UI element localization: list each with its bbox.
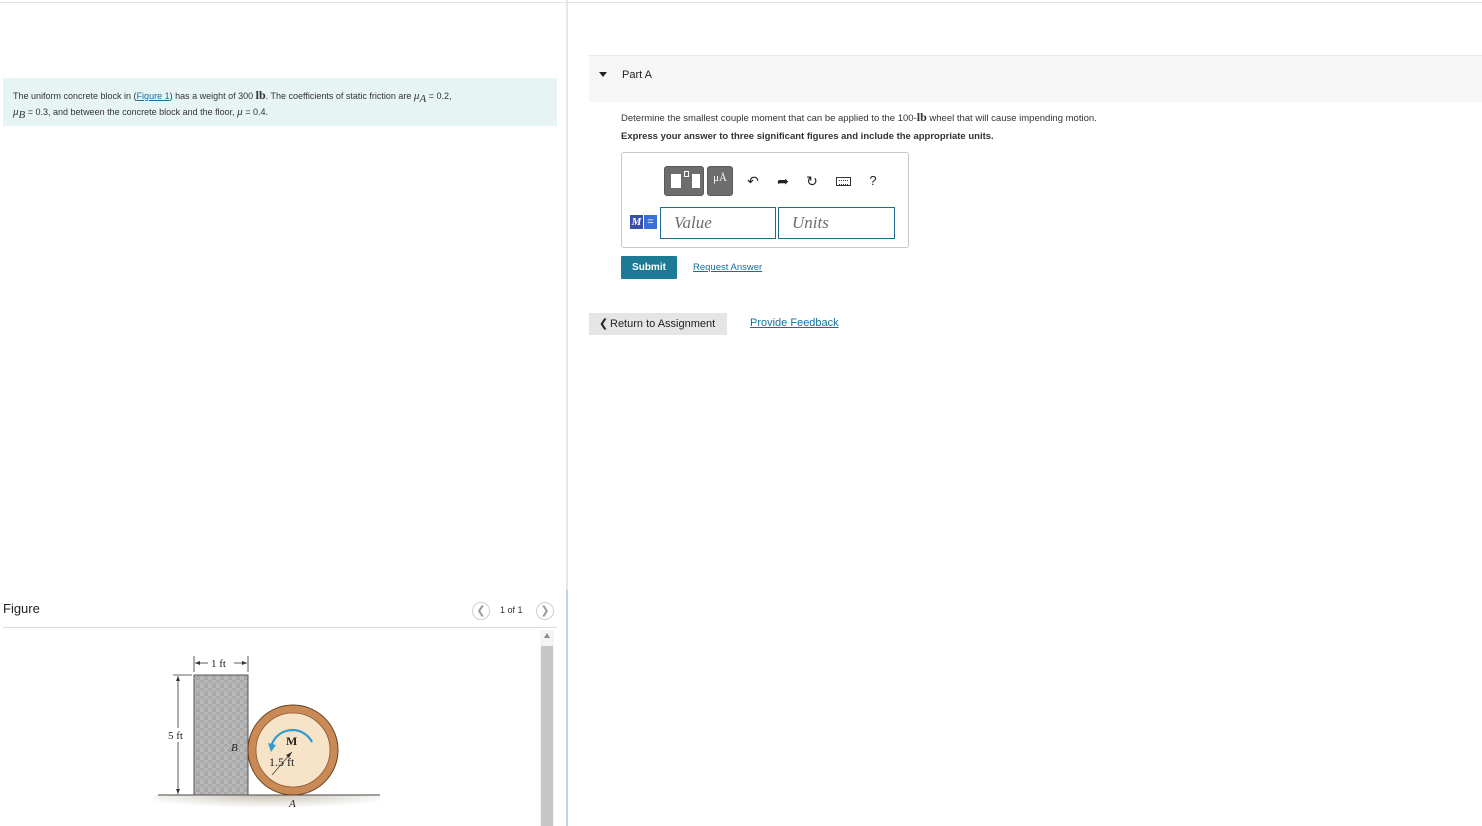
return-to-assignment-button[interactable]: ❮ Return to Assignment	[589, 313, 727, 335]
units-input[interactable]: Units	[778, 207, 895, 239]
help-icon[interactable]: ?	[862, 170, 884, 192]
left-panel: The uniform concrete block in (Figure 1)…	[0, 0, 566, 826]
moment-label: M	[286, 734, 297, 748]
chevron-left-icon[interactable]: ❮	[472, 602, 490, 620]
part-a-header[interactable]: Part A	[589, 55, 1482, 102]
request-answer-link[interactable]: Request Answer	[693, 262, 762, 273]
value-input[interactable]: Value	[660, 207, 776, 239]
provide-feedback-link[interactable]: Provide Feedback	[750, 317, 839, 329]
reset-icon[interactable]: ↻	[801, 170, 823, 192]
width-label: 1 ft	[211, 658, 226, 670]
caret-down-icon[interactable]	[599, 72, 607, 77]
figure-header: Figure ❮ 1 of 1 ❯	[3, 600, 557, 628]
redo-icon[interactable]: ➦	[772, 170, 794, 192]
figure-title: Figure	[3, 601, 40, 616]
submit-button[interactable]: Submit	[621, 256, 677, 279]
point-b-label: B	[231, 742, 238, 754]
figure-counter: 1 of 1	[500, 605, 523, 615]
concrete-block	[193, 674, 249, 796]
ground	[154, 795, 380, 817]
chevron-left-icon: ❮	[599, 318, 609, 330]
question-text: Determine the smallest couple moment tha…	[621, 110, 1097, 124]
part-title: Part A	[622, 69, 652, 81]
math-mode-badge: M =	[630, 215, 657, 229]
figure-diagram: 1 ft 5 ft M 1.5 ft B A	[154, 656, 380, 817]
point-a-label: A	[288, 798, 296, 810]
instruction-text: Express your answer to three significant…	[621, 131, 994, 142]
answer-box: μÅ ↶ ➦ ↻ ? M = Value Units	[621, 152, 909, 248]
keyboard-icon[interactable]	[832, 170, 854, 192]
scroll-up-arrow-icon[interactable]	[544, 633, 550, 638]
undo-icon[interactable]: ↶	[742, 170, 764, 192]
height-label: 5 ft	[168, 730, 183, 742]
figure-scrollbar[interactable]	[540, 630, 554, 826]
figure-link[interactable]: Figure 1	[137, 91, 170, 101]
radius-label: 1.5 ft	[269, 755, 295, 769]
units-button[interactable]: μÅ	[707, 166, 733, 196]
chevron-right-icon[interactable]: ❯	[536, 602, 554, 620]
problem-statement: The uniform concrete block in (Figure 1)…	[3, 78, 557, 126]
panel-divider-handle[interactable]	[566, 590, 568, 826]
math-toolbar: μÅ ↶ ➦ ↻ ?	[664, 166, 894, 196]
templates-icon[interactable]	[664, 166, 704, 196]
scroll-thumb[interactable]	[541, 646, 553, 826]
